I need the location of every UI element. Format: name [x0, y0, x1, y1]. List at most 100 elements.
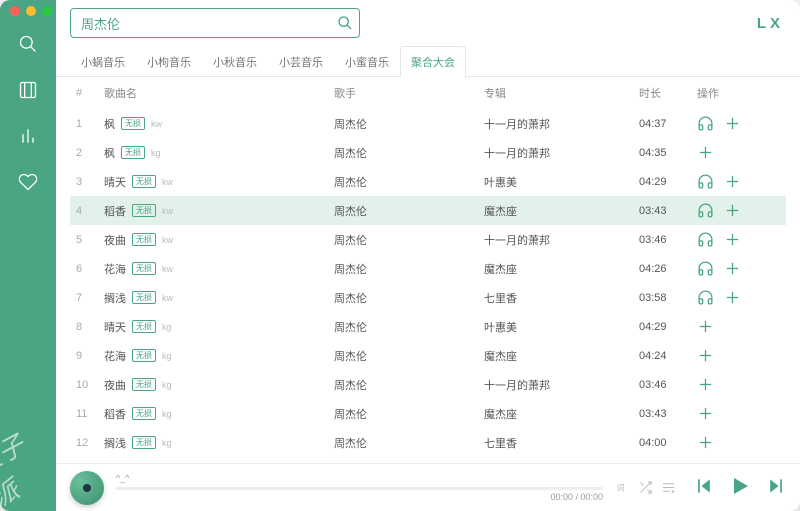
source-tag: kw [162, 264, 173, 274]
add-icon[interactable] [724, 260, 741, 277]
window-controls [10, 6, 52, 16]
shuffle-icon[interactable] [638, 480, 653, 495]
song-row[interactable]: 9花海无损kg周杰伦魔杰座04:24 [70, 341, 786, 370]
sidebar-item-search[interactable] [16, 32, 40, 56]
listen-icon[interactable] [697, 289, 714, 306]
song-row[interactable]: 8晴天无损kg周杰伦叶惠美04:29 [70, 312, 786, 341]
maximize-icon[interactable] [42, 6, 52, 16]
song-duration: 03:43 [639, 205, 697, 217]
add-icon[interactable] [724, 231, 741, 248]
tab-source-4[interactable]: 小蜜音乐 [334, 46, 400, 77]
add-icon[interactable] [724, 173, 741, 190]
minimize-icon[interactable] [26, 6, 36, 16]
prev-button[interactable] [694, 476, 714, 499]
listen-icon[interactable] [697, 202, 714, 219]
listen-icon[interactable] [697, 173, 714, 190]
song-artist: 周杰伦 [334, 203, 484, 219]
listen-icon[interactable] [697, 260, 714, 277]
add-icon[interactable] [697, 434, 714, 451]
play-button[interactable] [728, 474, 752, 501]
source-tag: kw [151, 119, 162, 129]
source-tabs: 小蜗音乐小枸音乐小秋音乐小芸音乐小蜜音乐聚合大会 [56, 46, 800, 77]
song-album: 十一月的萧邦 [484, 116, 639, 132]
song-idx: 1 [76, 118, 104, 130]
quality-badge: 无损 [132, 262, 156, 275]
add-icon[interactable] [697, 144, 714, 161]
song-ops [697, 260, 767, 277]
song-idx: 3 [76, 176, 104, 188]
song-row[interactable]: 12搁浅无损kg周杰伦七里香04:00 [70, 428, 786, 457]
song-idx: 9 [76, 350, 104, 362]
song-album: 七里香 [484, 290, 639, 306]
add-icon[interactable] [697, 376, 714, 393]
main-area: LX 小蜗音乐小枸音乐小秋音乐小芸音乐小蜜音乐聚合大会 # 歌曲名 歌手 专辑 … [56, 0, 800, 511]
add-icon[interactable] [697, 405, 714, 422]
song-ops [697, 173, 767, 190]
song-row[interactable]: 10夜曲无损kg周杰伦十一月的萧邦03:46 [70, 370, 786, 399]
source-tag: kg [162, 380, 172, 390]
song-duration: 03:58 [639, 292, 697, 304]
song-row[interactable]: 4稻香无损kw周杰伦魔杰座03:43 [70, 196, 786, 225]
song-name-cell: 搁浅无损kw [104, 290, 334, 306]
listen-icon[interactable] [697, 115, 714, 132]
tab-source-2[interactable]: 小秋音乐 [202, 46, 268, 77]
quality-badge: 无损 [132, 407, 156, 420]
listen-icon[interactable] [697, 231, 714, 248]
song-row[interactable]: 6花海无损kw周杰伦魔杰座04:26 [70, 254, 786, 283]
song-idx: 7 [76, 292, 104, 304]
song-name: 稻香 [104, 406, 126, 422]
song-row[interactable]: 2枫无损kg周杰伦十一月的萧邦04:35 [70, 138, 786, 167]
song-name: 搁浅 [104, 290, 126, 306]
add-icon[interactable] [697, 347, 714, 364]
song-row[interactable]: 11稻香无损kg周杰伦魔杰座03:43 [70, 399, 786, 428]
sidebar-item-library[interactable] [16, 78, 40, 102]
chart-icon [18, 126, 38, 146]
song-idx: 10 [76, 379, 104, 391]
playlist-icon[interactable] [661, 480, 676, 495]
source-tag: kg [162, 409, 172, 419]
app-logo: LX [757, 15, 784, 32]
song-ops [697, 347, 767, 364]
transport-controls [694, 474, 786, 501]
song-row[interactable]: 3晴天无损kw周杰伦叶惠美04:29 [70, 167, 786, 196]
sidebar-item-favorites[interactable] [16, 170, 40, 194]
song-ops [697, 144, 767, 161]
lyrics-icon[interactable]: 词 [615, 480, 630, 495]
add-icon[interactable] [724, 289, 741, 306]
album-art-disc[interactable] [70, 471, 104, 505]
song-idx: 4 [76, 205, 104, 217]
song-row[interactable]: 5夜曲无损kw周杰伦十一月的萧邦03:46 [70, 225, 786, 254]
player-bar: ^_^ 00:00 / 00:00 词 [56, 463, 800, 511]
song-name-cell: 夜曲无损kg [104, 377, 334, 393]
song-ops [697, 202, 767, 219]
add-icon[interactable] [724, 115, 741, 132]
song-ops [697, 289, 767, 306]
song-artist: 周杰伦 [334, 435, 484, 451]
song-row[interactable]: 7搁浅无损kw周杰伦七里香03:58 [70, 283, 786, 312]
song-name-cell: 搁浅无损kg [104, 435, 334, 451]
tab-source-3[interactable]: 小芸音乐 [268, 46, 334, 77]
col-header-idx: # [76, 87, 104, 99]
tab-source-5[interactable]: 聚合大会 [400, 46, 466, 77]
song-duration: 04:00 [639, 437, 697, 449]
song-idx: 6 [76, 263, 104, 275]
song-artist: 周杰伦 [334, 174, 484, 190]
col-header-artist: 歌手 [334, 85, 484, 101]
add-icon[interactable] [724, 202, 741, 219]
progress-bar[interactable] [116, 487, 603, 490]
song-row[interactable]: 1枫无损kw周杰伦十一月的萧邦04:37 [70, 109, 786, 138]
close-icon[interactable] [10, 6, 20, 16]
col-header-name: 歌曲名 [104, 85, 334, 101]
song-idx: 2 [76, 147, 104, 159]
song-duration: 04:35 [639, 147, 697, 159]
sidebar-item-stats[interactable] [16, 124, 40, 148]
search-input[interactable] [70, 8, 360, 38]
tab-source-1[interactable]: 小枸音乐 [136, 46, 202, 77]
sidebar: 盒子派 [0, 0, 56, 511]
tab-source-0[interactable]: 小蜗音乐 [70, 46, 136, 77]
next-button[interactable] [766, 476, 786, 499]
song-idx: 11 [76, 408, 104, 420]
song-name: 夜曲 [104, 232, 126, 248]
search-button[interactable] [330, 8, 360, 38]
add-icon[interactable] [697, 318, 714, 335]
